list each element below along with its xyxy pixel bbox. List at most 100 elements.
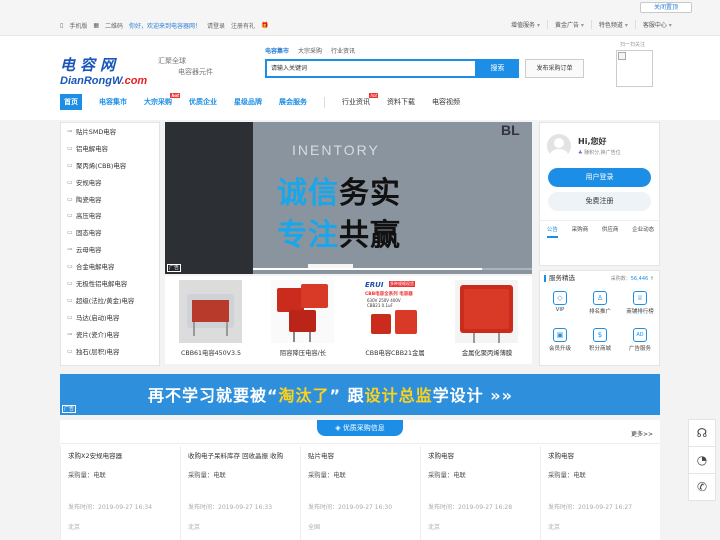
capacitor-icon: ⊸ bbox=[67, 330, 73, 338]
mobile-link[interactable]: 手机版 bbox=[69, 21, 87, 30]
purchase-location: 北京 bbox=[188, 524, 201, 531]
product-caption: CBB61电容450V3.5 bbox=[181, 350, 241, 357]
purchase-qty: 采购量：电联 bbox=[68, 472, 106, 479]
service-shop-ranking[interactable]: ♕ 商铺排行榜 bbox=[620, 289, 660, 322]
category-item[interactable]: ▭ 合金电解电容 bbox=[61, 258, 159, 275]
nav-downloads[interactable]: 资料下载 bbox=[387, 97, 415, 107]
topbar-menu-golden-ads[interactable]: 黄金广告 ▾ bbox=[546, 20, 591, 29]
service-ads[interactable]: AD 广告服务 bbox=[620, 326, 660, 359]
category-item[interactable]: ▭ 固态电容 bbox=[61, 224, 159, 241]
purchase-title[interactable]: 求购X2安规电容器 bbox=[68, 450, 180, 460]
capacitor-icon: ⊸ bbox=[67, 127, 73, 135]
top-bar: 关闭置顶 ▯ 手机版 ▦ 二维码 你好，欢迎来到电容器网！ 请登录 注册有礼 🎁… bbox=[0, 0, 720, 36]
nav-market[interactable]: 电容集市 bbox=[99, 97, 127, 107]
logo-chinese: 电容网 bbox=[60, 56, 121, 74]
category-item[interactable]: ▭ 陶瓷电容 bbox=[61, 191, 159, 208]
purchase-item[interactable]: 求购X2安规电容器 采购量：电联 发布时间：2019-09-27 16:34 北… bbox=[60, 446, 180, 540]
ad-icon: AD bbox=[633, 328, 647, 342]
search-tab-bulk[interactable]: 大宗采购 bbox=[298, 46, 322, 55]
category-item[interactable]: ⊸ 瓷片(瓷介)电容 bbox=[61, 326, 159, 343]
tab-announcements[interactable]: 公告 bbox=[546, 221, 558, 238]
banner-corner-text: BL bbox=[501, 122, 520, 138]
product-caption: CBB电容CBB21金属 bbox=[365, 350, 425, 357]
headset-icon[interactable]: ☊ bbox=[688, 419, 716, 447]
category-item[interactable]: ▭ 铝电解电容 bbox=[61, 140, 159, 157]
category-item[interactable]: ▭ 无极性铝电解电容 bbox=[61, 275, 159, 292]
nav-home[interactable]: 首页 bbox=[60, 94, 82, 110]
category-item[interactable]: ▭ 高压电容 bbox=[61, 207, 159, 224]
purchase-qty: 采购量：电联 bbox=[428, 472, 466, 479]
coin-icon: $ bbox=[593, 328, 607, 342]
user-panel: Hi,您好 ♣ 赚积分,换广告位 用户登录 免费注册 公告 采购商 供应商 企业… bbox=[539, 122, 661, 266]
wechat-icon[interactable]: ◔ bbox=[688, 446, 716, 474]
nav-expo[interactable]: 展会服务 bbox=[279, 97, 307, 107]
nav-videos[interactable]: 电容视频 bbox=[432, 97, 460, 107]
site-logo[interactable]: 电容网 DianRongW.com bbox=[60, 54, 147, 87]
upgrade-icon: ▣ bbox=[553, 328, 567, 342]
publish-order-button[interactable]: 发布采购订单 bbox=[525, 59, 584, 78]
search-tab-news[interactable]: 行业资讯 bbox=[331, 46, 355, 55]
login-button[interactable]: 用户登录 bbox=[548, 168, 651, 187]
tab-company-news[interactable]: 企业动态 bbox=[632, 221, 654, 238]
login-link[interactable]: 请登录 bbox=[207, 21, 225, 30]
search-tab-market[interactable]: 电容集市 bbox=[265, 46, 289, 55]
phone-icon[interactable]: ✆ bbox=[688, 473, 716, 501]
purchase-item[interactable]: 求购电容 采购量：电联 发布时间：2019-09-27 16:28 北京 bbox=[420, 446, 540, 540]
category-item[interactable]: ⊸ 云母电容 bbox=[61, 241, 159, 258]
search-input[interactable]: 请输入关键词 bbox=[265, 59, 477, 78]
topbar-menu-channels[interactable]: 特色频道 ▾ bbox=[590, 20, 635, 29]
hero-banner[interactable]: INENTORY BL 诚信务实 专注共赢 广告 bbox=[165, 122, 532, 274]
product-card[interactable]: 金属化聚丙烯薄膜 bbox=[441, 276, 533, 364]
service-points-mall[interactable]: $ 积分商城 bbox=[580, 326, 620, 359]
diamond-icon: ◇ bbox=[553, 291, 567, 305]
register-link[interactable]: 注册有礼 bbox=[231, 21, 255, 30]
category-item[interactable]: ▭ 超级(法拉/黄金)电容 bbox=[61, 292, 159, 309]
service-upgrade[interactable]: ▣ 会员升级 bbox=[540, 326, 580, 359]
service-ranking[interactable]: ♙ 排名推广 bbox=[580, 289, 620, 322]
register-button[interactable]: 免费注册 bbox=[548, 192, 651, 211]
category-item[interactable]: ▭ 安规电容 bbox=[61, 174, 159, 191]
nav-news[interactable]: 行业资讯 hot bbox=[342, 93, 378, 107]
category-item[interactable]: ▭ 独石(层积)电容 bbox=[61, 343, 159, 360]
points-link[interactable]: ♣ 赚积分,换广告位 bbox=[578, 149, 621, 156]
more-link[interactable]: 更多>> bbox=[631, 429, 653, 438]
wide-ad-banner[interactable]: 再不学习就要被“淘汰了” 跟设计总监学设计 »» 广告 bbox=[60, 374, 660, 415]
search-button[interactable]: 搜索 bbox=[476, 59, 519, 78]
product-caption: 阻容降压电容/长 bbox=[279, 350, 327, 357]
category-item[interactable]: ▭ 聚丙烯(CBB)电容 bbox=[61, 157, 159, 174]
topbar-menu-service[interactable]: 客服中心 ▾ bbox=[634, 20, 679, 29]
purchase-title[interactable]: 收购电子呆料库存 回收晶振 收购 bbox=[188, 450, 300, 460]
service-vip[interactable]: ◇ VIP bbox=[540, 289, 580, 322]
purchase-location: 北京 bbox=[548, 524, 561, 531]
banner-headline-1: 诚信务实 bbox=[277, 176, 401, 211]
nav-companies[interactable]: 优质企业 bbox=[189, 97, 217, 107]
topbar-menu-value-added[interactable]: 增值服务 ▾ bbox=[504, 20, 547, 29]
nav-bulk[interactable]: 大宗采购 hot bbox=[144, 93, 180, 107]
capacitor-icon: ▭ bbox=[67, 161, 73, 169]
purchase-item[interactable]: 求购电容 采购量：电联 发布时间：2019-09-27 16:27 北京 bbox=[540, 446, 660, 540]
product-card[interactable]: CBB61电容450V3.5 bbox=[165, 276, 257, 364]
search-tabs: 电容集市 大宗采购 行业资讯 bbox=[265, 46, 355, 55]
purchase-item[interactable]: 贴片电容 采购量：电联 发布时间：2019-09-27 16:30 全国 bbox=[300, 446, 420, 540]
purchase-item[interactable]: 收购电子呆料库存 回收晶振 收购 采购量：电联 发布时间：2019-09-27 … bbox=[180, 446, 300, 540]
top-bar-right: 增值服务 ▾ 黄金广告 ▾ 特色频道 ▾ 客服中心 ▾ bbox=[504, 20, 679, 29]
purchase-title[interactable]: 求购电容 bbox=[548, 450, 660, 460]
product-card[interactable]: ERUI 多种规格现货 CBB电容全系列 电容器 630V 250V 400V … bbox=[349, 276, 441, 364]
capacitor-icon: ▭ bbox=[67, 144, 73, 152]
hot-badge: hot bbox=[369, 93, 378, 98]
capacitor-icon: ▭ bbox=[67, 263, 73, 271]
purchase-info: ◈ 优质采购信息 更多>> 求购X2安规电容器 采购量：电联 发布时间：2019… bbox=[60, 420, 660, 540]
nav-brands[interactable]: 星级品牌 bbox=[234, 97, 262, 107]
category-item[interactable]: ⊸ 贴片SMD电容 bbox=[61, 123, 159, 140]
purchase-title[interactable]: 贴片电容 bbox=[308, 450, 420, 460]
category-item[interactable]: ▭ 马达(启动)电容 bbox=[61, 309, 159, 326]
banner-headline-2: 专注共赢 bbox=[277, 218, 401, 253]
tab-buyers[interactable]: 采购商 bbox=[572, 221, 589, 238]
qrcode-link[interactable]: 二维码 bbox=[105, 21, 123, 30]
services-panel: 服务精选 采购数：56,446 ↑ ◇ VIP ♙ 排名推广 ♕ 商铺排行榜 ▣ 会员升… bbox=[539, 270, 660, 366]
trophy-icon: ♕ bbox=[633, 291, 647, 305]
product-card[interactable]: 阻容降压电容/长 bbox=[257, 276, 349, 364]
tab-suppliers[interactable]: 供应商 bbox=[602, 221, 619, 238]
close-top-button[interactable]: 关闭置顶 bbox=[640, 2, 692, 13]
purchase-title[interactable]: 求购电容 bbox=[428, 450, 540, 460]
